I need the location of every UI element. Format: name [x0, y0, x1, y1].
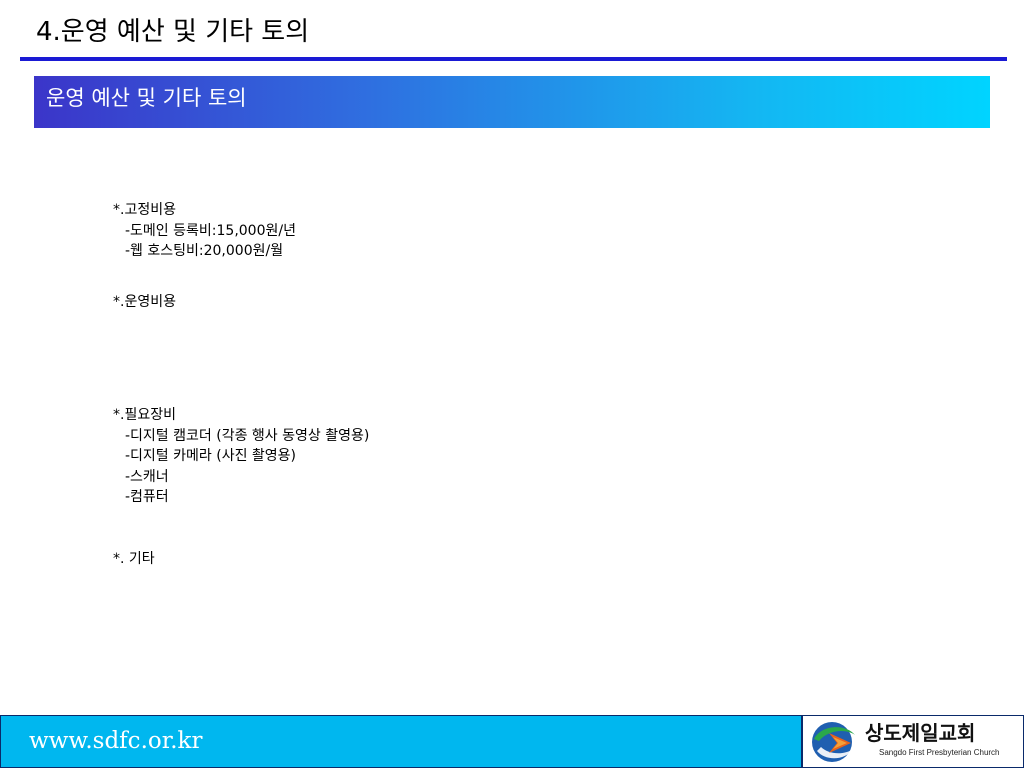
church-name: 상도제일교회	[865, 721, 976, 745]
list-item: -도메인 등록비:15,000원/년	[125, 222, 296, 239]
group-operating-costs: *.운영비용	[113, 292, 176, 313]
group-heading: *. 기타	[113, 551, 155, 567]
church-name-english: Sangdo First Presbyterian Church	[879, 748, 1000, 757]
group-required-equipment: *.필요장비 -디지털 캠코더 (각종 행사 동영상 촬영용) -디지털 카메라…	[113, 405, 369, 508]
footer-url-bar: www.sdfc.or.kr	[0, 715, 802, 768]
group-fixed-costs: *.고정비용 -도메인 등록비:15,000원/년 -웹 호스팅비:20,000…	[113, 200, 296, 262]
title-underline	[20, 57, 1007, 61]
slide-title: 4.운영 예산 및 기타 토의	[36, 17, 310, 47]
church-logo: 상도제일교회 Sangdo First Presbyterian Church	[802, 715, 1024, 768]
section-banner: 운영 예산 및 기타 토의	[34, 76, 990, 128]
list-item: -디지털 캠코더 (각종 행사 동영상 촬영용)	[125, 427, 370, 444]
section-banner-title: 운영 예산 및 기타 토의	[46, 86, 247, 110]
list-item: -스캐너	[125, 468, 169, 485]
list-item: -컴퓨터	[125, 489, 169, 505]
group-heading: *.고정비용	[113, 202, 176, 218]
slide: 4.운영 예산 및 기타 토의 운영 예산 및 기타 토의 *.고정비용 -도메…	[0, 0, 1024, 768]
church-emblem-icon	[812, 722, 855, 762]
website-link[interactable]: www.sdfc.or.kr	[29, 726, 202, 756]
group-heading: *.운영비용	[113, 294, 176, 310]
list-item: -웹 호스팅비:20,000원/월	[125, 243, 284, 259]
footer: www.sdfc.or.kr 상도제일교회 Sangdo First Presb…	[0, 715, 1024, 768]
group-heading: *.필요장비	[113, 407, 176, 423]
group-other: *. 기타	[113, 549, 155, 570]
list-item: -디지털 카메라 (사진 촬영용)	[125, 448, 297, 464]
